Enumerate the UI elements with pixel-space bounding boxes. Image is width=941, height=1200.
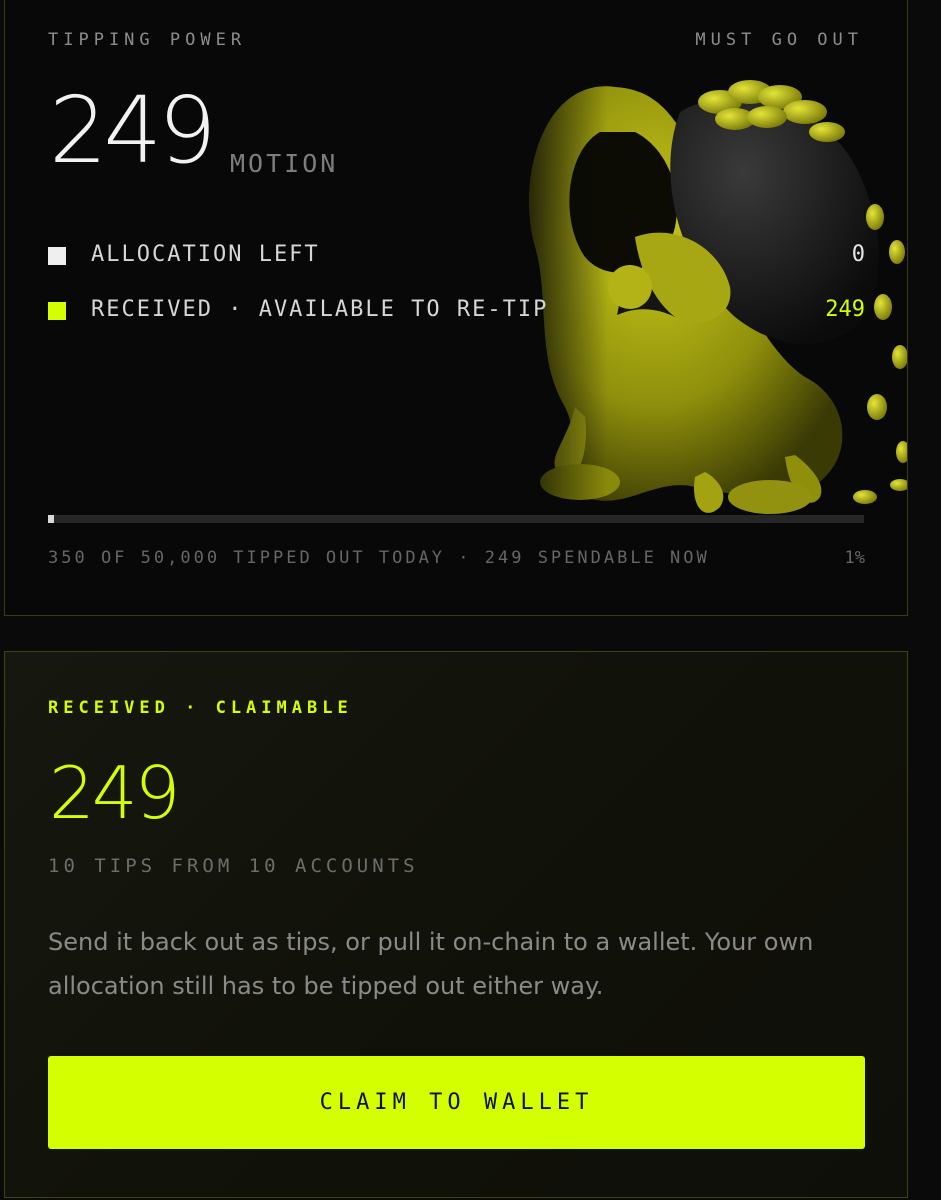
tipping-power-amount: 249 [49,77,217,184]
currency-unit: MOTION [230,149,339,178]
claimable-amount: 249 [49,751,180,835]
legend-row-received: RECEIVED · AVAILABLE TO RE-TIP 249 [48,297,865,327]
tipping-power-card: TIPPING POWER MUST GO OUT 249 MOTION ALL… [4,0,908,616]
received-swatch [48,302,66,320]
progress-percent: 1% [844,548,865,568]
tipped-out-progress-bar [48,515,864,523]
progress-summary: 350 OF 50,000 TIPPED OUT TODAY · 249 SPE… [48,548,710,568]
tipping-power-label: TIPPING POWER [48,30,247,50]
allocation-left-value: 0 [851,242,865,267]
claimable-card: RECEIVED · CLAIMABLE 249 10 TIPS FROM 10… [4,651,908,1198]
claimable-label: RECEIVED · CLAIMABLE [48,698,353,718]
tips-count-subtitle: 10 TIPS FROM 10 ACCOUNTS [48,855,419,877]
allocation-swatch [48,247,66,265]
must-go-out-badge: MUST GO OUT [695,30,863,50]
mascot-illustration [505,57,907,527]
legend-row-allocation: ALLOCATION LEFT 0 [48,242,865,272]
received-label: RECEIVED · AVAILABLE TO RE-TIP [91,297,549,322]
claimable-description: Send it back out as tips, or pull it on-… [48,928,814,1000]
progress-fill [48,515,54,523]
allocation-left-label: ALLOCATION LEFT [91,242,320,267]
claim-to-wallet-button[interactable]: CLAIM TO WALLET [48,1056,865,1149]
received-value: 249 [825,297,865,322]
